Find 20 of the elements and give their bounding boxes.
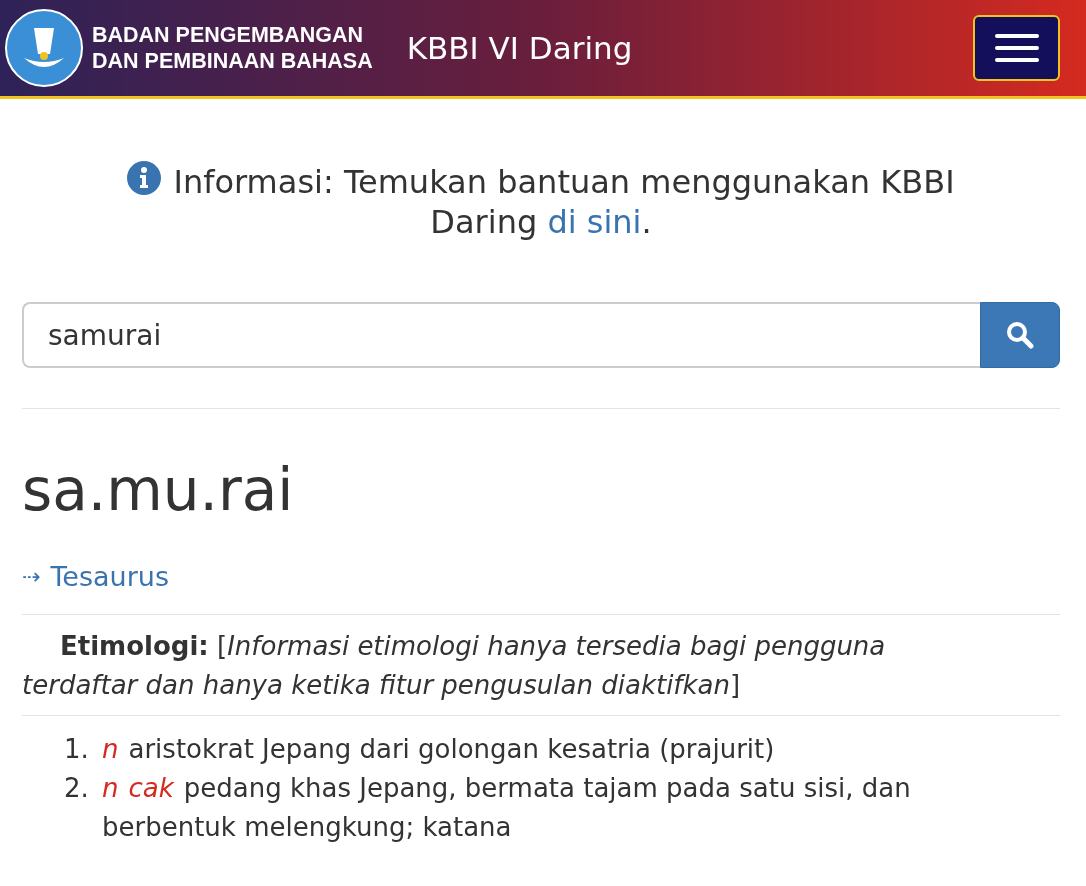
- headword: sa.mu.rai: [22, 455, 295, 525]
- menu-icon: [994, 33, 1039, 63]
- etymology-text: Etimologi: [Informasi etimologi hanya tersedia bagi pengguna terdaftar dan hanya ketika fitur pengusulan diaktifkan]: [22, 630, 887, 702]
- definition-number: 2.: [64, 772, 90, 805]
- organization-name: DAN PEMBINAAN BAHASA: [92, 48, 373, 74]
- arrow-icon: ⇢: [22, 564, 41, 589]
- definition-number: 1.: [64, 733, 90, 766]
- logo-icon: [4, 8, 84, 88]
- search-field[interactable]: samurai: [22, 302, 980, 368]
- menu-button[interactable]: [973, 15, 1060, 81]
- site-title: KBBI VI Daring: [406, 30, 633, 66]
- info-icon: [127, 161, 162, 195]
- organization-name: BADAN PENGEMBANGAN: [92, 22, 365, 48]
- info-message: Informasi: Temukan bantuan menggunakan KBBI Daring di sini.: [82, 161, 1000, 242]
- definition-text: n aristokrat Jepang dari golongan kesatria (prajurit): [102, 733, 775, 766]
- help-link[interactable]: di sini: [547, 203, 642, 241]
- definition-text: n cak pedang khas Jepang, bermata tajam pada satu sisi, dan berbentuk melengkung; katana: [102, 772, 912, 844]
- search-icon: [1006, 321, 1034, 349]
- search-button[interactable]: [980, 302, 1060, 368]
- thesaurus-link[interactable]: Tesaurus: [50, 561, 169, 592]
